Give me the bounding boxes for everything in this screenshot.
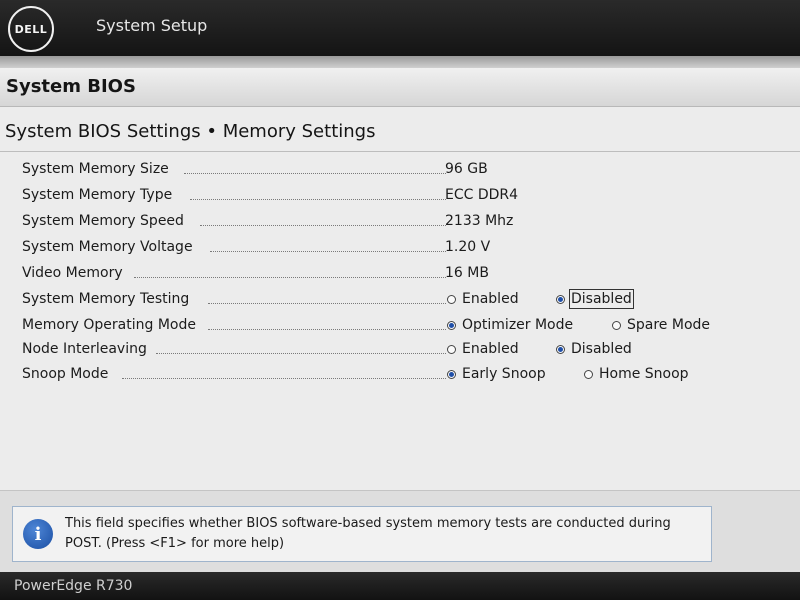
- radio-memory-testing-disabled[interactable]: Disabled: [556, 289, 634, 309]
- setting-row-node-interleaving: Node Interleaving Enabled Disabled: [22, 339, 782, 361]
- dotted-leader: [210, 251, 446, 252]
- setting-label: Video Memory: [22, 265, 123, 281]
- radio-button-selected-icon: [556, 344, 565, 354]
- radio-button-icon: [584, 369, 593, 379]
- radio-button-icon: [447, 294, 456, 304]
- radio-early-snoop[interactable]: Early Snoop: [447, 366, 546, 382]
- dotted-leader: [184, 173, 446, 174]
- radio-button-selected-icon: [447, 320, 456, 330]
- setting-label: Snoop Mode: [22, 366, 109, 382]
- info-icon: i: [23, 519, 53, 549]
- dotted-leader: [190, 199, 446, 200]
- settings-panel: System BIOS Settings • Memory Settings S…: [0, 107, 800, 490]
- dell-logo-icon: DELL: [8, 6, 54, 52]
- setting-value: 16 MB: [445, 265, 489, 281]
- radio-node-interleaving-enabled[interactable]: Enabled: [447, 341, 519, 357]
- option-label: Early Snoop: [462, 366, 546, 382]
- page-heading: System BIOS Settings • Memory Settings: [5, 121, 376, 142]
- logo-text: DELL: [14, 22, 48, 36]
- option-label: Optimizer Mode: [462, 317, 574, 333]
- setting-row-system-memory-type: System Memory Type ECC DDR4: [22, 185, 782, 207]
- dotted-leader: [134, 277, 446, 278]
- setting-label: Memory Operating Mode: [22, 317, 196, 333]
- setting-label: Node Interleaving: [22, 341, 147, 357]
- option-label: Home Snoop: [599, 366, 689, 382]
- top-bar: DELL System Setup: [0, 0, 800, 56]
- setting-value: 96 GB: [445, 161, 488, 177]
- radio-optimizer-mode[interactable]: Optimizer Mode: [447, 317, 573, 333]
- app-title: System Setup: [96, 16, 208, 35]
- bottom-bar: PowerEdge R730: [0, 572, 800, 600]
- setting-row-system-memory-testing: System Memory Testing Enabled Disabled: [22, 289, 782, 311]
- setting-label: System Memory Size: [22, 161, 169, 177]
- option-label: Enabled: [462, 341, 519, 357]
- help-box: i This field specifies whether BIOS soft…: [12, 506, 712, 562]
- option-label: Disabled: [571, 341, 632, 357]
- heading-divider: [0, 151, 800, 152]
- radio-button-icon: [612, 320, 621, 330]
- dotted-leader: [208, 303, 446, 304]
- radio-home-snoop[interactable]: Home Snoop: [584, 366, 689, 382]
- section-header: System BIOS: [0, 68, 800, 107]
- section-title: System BIOS: [6, 76, 136, 97]
- radio-button-selected-icon: [556, 294, 565, 304]
- option-label: Disabled: [569, 289, 634, 309]
- dotted-leader: [200, 225, 446, 226]
- help-area: i This field specifies whether BIOS soft…: [0, 490, 800, 573]
- setting-row-system-memory-speed: System Memory Speed 2133 Mhz: [22, 211, 782, 233]
- dotted-leader: [156, 353, 446, 354]
- setting-value: 1.20 V: [445, 239, 491, 255]
- setting-row-system-memory-voltage: System Memory Voltage 1.20 V: [22, 237, 782, 259]
- setting-row-system-memory-size: System Memory Size 96 GB: [22, 159, 782, 181]
- setting-row-video-memory: Video Memory 16 MB: [22, 263, 782, 285]
- setting-row-snoop-mode: Snoop Mode Early Snoop Home Snoop: [22, 364, 782, 386]
- system-model: PowerEdge R730: [14, 578, 133, 594]
- setting-label: System Memory Voltage: [22, 239, 193, 255]
- setting-label: System Memory Testing: [22, 291, 190, 307]
- radio-button-selected-icon: [447, 369, 456, 379]
- setting-value: ECC DDR4: [445, 187, 519, 203]
- radio-node-interleaving-disabled[interactable]: Disabled: [556, 341, 632, 357]
- dotted-leader: [208, 329, 446, 330]
- setting-row-memory-operating-mode: Memory Operating Mode Optimizer Mode Spa…: [22, 315, 782, 337]
- setting-label: System Memory Type: [22, 187, 173, 203]
- setting-label: System Memory Speed: [22, 213, 184, 229]
- option-label: Spare Mode: [627, 317, 711, 333]
- radio-spare-mode[interactable]: Spare Mode: [612, 317, 710, 333]
- setting-value: 2133 Mhz: [445, 213, 514, 229]
- option-label: Enabled: [462, 291, 519, 307]
- help-text: This field specifies whether BIOS softwa…: [65, 516, 671, 551]
- dotted-leader: [122, 378, 446, 379]
- radio-button-icon: [447, 344, 456, 354]
- radio-memory-testing-enabled[interactable]: Enabled: [447, 291, 519, 307]
- header-divider: [0, 56, 800, 68]
